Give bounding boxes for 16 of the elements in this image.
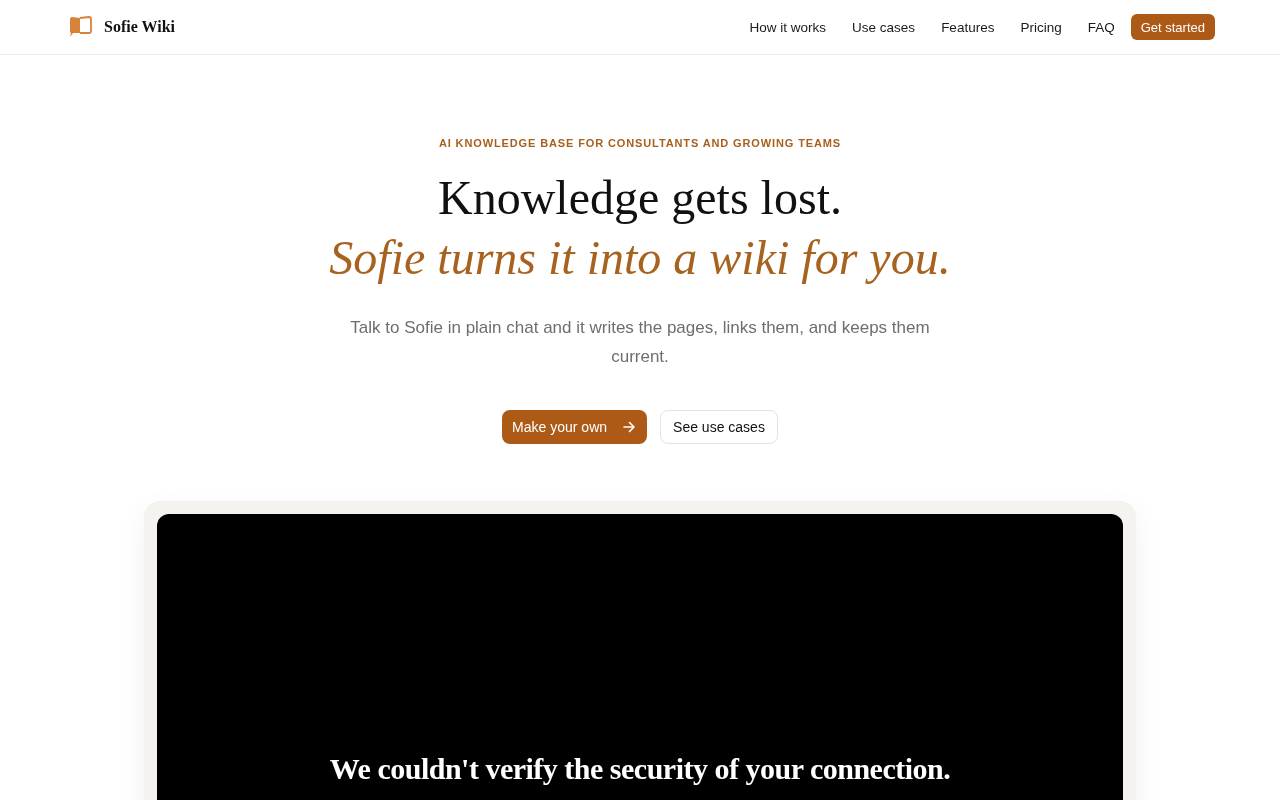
hero-description: Talk to Sofie in plain chat and it writes the pages, links them, and keeps them current.	[349, 317, 931, 368]
eyebrow-text: AI KNOWLEDGE BASE FOR CONSULTANTS AND GROWING TEAMS	[438, 137, 842, 149]
nav-link[interactable]: Use cases	[852, 19, 916, 35]
book-bubble-logo-icon	[68, 16, 92, 38]
error-message: We couldn't verify the security of your connection.	[329, 751, 951, 787]
make-your-own-button[interactable]: Make your own	[502, 410, 648, 444]
nav-link[interactable]: How it works	[749, 19, 827, 35]
get-started-button[interactable]: Get started	[1130, 14, 1215, 40]
nav-link[interactable]: Features	[941, 19, 995, 35]
hero-subtitle: Sofie turns it into a wiki for you.	[329, 230, 951, 286]
see-use-cases-button[interactable]: See use cases	[660, 410, 778, 444]
arrow-right-icon	[623, 421, 636, 433]
brand-name: Sofie Wiki	[104, 18, 175, 36]
nav-link[interactable]: FAQ	[1087, 19, 1115, 35]
nav-link[interactable]: Pricing	[1020, 19, 1062, 35]
hero-title: Knowledge gets lost.	[438, 170, 842, 226]
